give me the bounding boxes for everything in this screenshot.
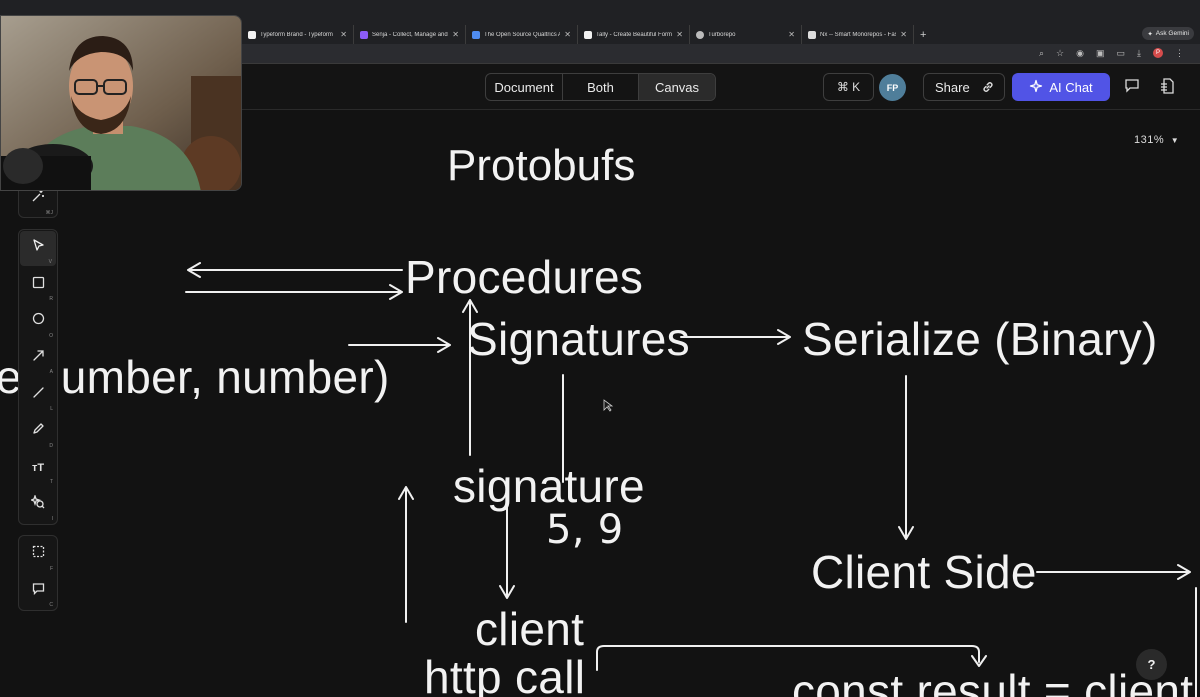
ellipse-tool-button[interactable]: O (19, 303, 57, 340)
arrow-client-side-right (1036, 564, 1191, 580)
text-icon: тT (31, 461, 45, 474)
canvas-signature-nums-text[interactable]: 5, 9 (546, 510, 624, 550)
arrow-tool-button[interactable]: A (19, 340, 57, 377)
circle-icon (32, 312, 45, 330)
canvas-client-text[interactable]: client (475, 606, 584, 652)
canvas-client-side-text[interactable]: Client Side (811, 549, 1037, 595)
canvas-procedures-text[interactable]: Procedures (405, 254, 643, 300)
presenter-video-image (1, 16, 241, 190)
drawing-tool-group: V R O A L D тT T I (18, 229, 58, 525)
shortcut-hint: A (49, 369, 53, 376)
rectangle-icon (32, 276, 45, 294)
canvas-title-text[interactable]: Protobufs (447, 144, 635, 188)
arrow-right-to-procedures (185, 284, 403, 300)
select-tool-button[interactable]: V (20, 231, 56, 266)
misc-tool-group: F C (18, 535, 58, 611)
arrow-left-to-procedures (187, 262, 403, 278)
shortcut-hint: V (48, 258, 52, 265)
zoom-level: 131% (1134, 134, 1165, 146)
arrow-serialize-to-client-side (898, 375, 914, 540)
chevron-down-icon: ▼ (1170, 136, 1180, 145)
rectangle-tool-button[interactable]: R (19, 267, 57, 304)
arrow-to-signatures (348, 337, 451, 353)
image-tool-button[interactable]: I (19, 486, 57, 523)
shortcut-hint: R (49, 296, 53, 303)
image-search-icon (29, 493, 45, 514)
frame-icon (32, 545, 45, 563)
pencil-icon (32, 422, 45, 440)
canvas-signatures-text[interactable]: Signatures (467, 316, 690, 362)
shortcut-hint: D (49, 442, 53, 449)
shortcut-hint: I (51, 515, 53, 522)
draw-tool-button[interactable]: D (19, 413, 57, 450)
shortcut-hint: C (49, 602, 53, 609)
help-button[interactable]: ? (1136, 649, 1167, 680)
line-tool-button[interactable]: L (19, 376, 57, 413)
comment-icon (32, 582, 45, 600)
arrow-signatures-to-serialize (680, 329, 791, 345)
arrow-up-left (398, 486, 414, 623)
shortcut-hint: L (50, 405, 53, 412)
pointer-icon (32, 239, 45, 257)
canvas-signature-text[interactable]: signature (453, 463, 645, 509)
canvas-http-call-text[interactable]: http call (424, 654, 585, 697)
shortcut-hint: F (49, 565, 53, 572)
frame-tool-button[interactable]: F (19, 536, 57, 573)
shortcut-hint: ⌘J (45, 209, 54, 216)
webcam-overlay (0, 15, 242, 191)
text-tool-button[interactable]: тT T (19, 450, 57, 487)
zoom-control[interactable]: 131% ▼ (1134, 134, 1179, 146)
canvas-serialize-text[interactable]: Serialize (Binary) (802, 316, 1158, 362)
line-icon (32, 386, 45, 404)
canvas-number-args-text[interactable]: pe number, number) (0, 354, 390, 400)
arrow-icon (32, 349, 45, 367)
canvas-const-result-text[interactable]: const result = client (792, 668, 1193, 697)
mouse-cursor-icon (603, 399, 614, 412)
shortcut-hint: O (49, 332, 53, 339)
shortcut-hint: T (49, 479, 53, 486)
comment-tool-button[interactable]: C (19, 573, 57, 610)
magic-wand-icon (31, 189, 45, 208)
